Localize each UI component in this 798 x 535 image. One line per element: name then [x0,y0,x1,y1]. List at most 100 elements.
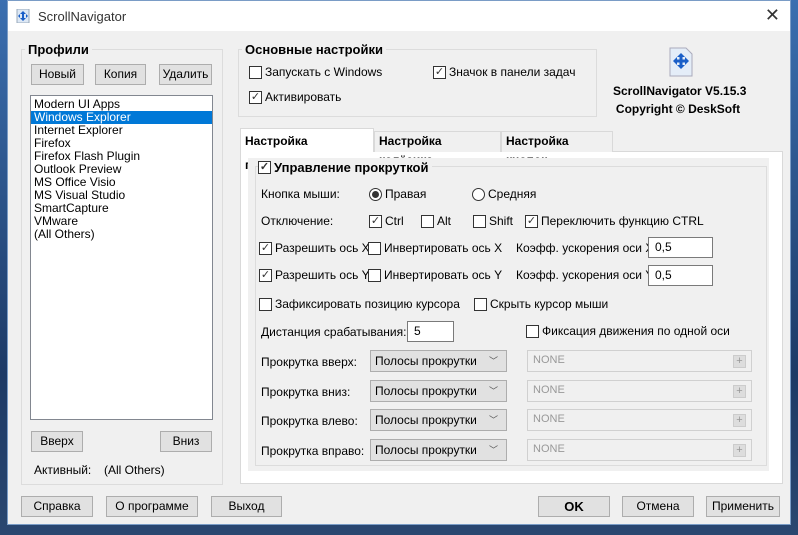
chevron-down-icon: ﹀ [488,444,498,455]
checkmark-icon: ✓ [249,90,262,104]
profiles-list[interactable]: Modern UI Apps Windows Explorer Internet E… [30,95,213,420]
version-text: ScrollNavigator V5.15.3 [613,84,747,98]
hotkey-field[interactable]: NONE + [527,379,752,402]
about-button[interactable]: О программе [106,496,198,517]
accel-x-input[interactable]: 0,5 [648,237,713,258]
ctrl-checkbox[interactable]: ✓ Ctrl [369,214,404,228]
shift-checkbox[interactable]: Shift [473,214,513,228]
hotkey-field[interactable]: NONE + [527,350,752,372]
checkmark-icon: ✓ [433,65,446,79]
middle-button-radio[interactable]: Средняя [472,187,536,201]
invert-x-checkbox[interactable]: Инвертировать ось X [368,241,502,255]
checkbox-box [421,214,434,228]
radio-icon [472,187,485,201]
scroll-mode-dropdown[interactable]: Полосы прокрутки ﹀ [370,409,507,431]
start-with-windows-checkbox[interactable]: Запускать с Windows [249,65,382,79]
accel-y-label: Коэфф. ускорения оси Y [516,268,654,282]
copy-profile-button[interactable]: Копия [95,64,146,85]
hide-cursor-checkbox[interactable]: Скрыть курсор мыши [474,297,608,311]
checkbox-label: Разрешить ось X [275,241,370,255]
checkbox-box [368,268,381,282]
main-settings-group [238,49,597,117]
right-button-radio[interactable]: Правая [369,187,426,201]
chevron-down-icon: ﹀ [488,385,498,396]
tray-icon-checkbox[interactable]: ✓ Значок в панели задач [433,65,575,79]
checkbox-box [526,324,539,338]
checkbox-label: Скрыть курсор мыши [490,297,609,311]
app-window: ScrollNavigator ✕ Профили Новый Копия Уд… [7,0,791,525]
checkbox-label: Управление прокруткой [274,160,429,175]
toggle-ctrl-checkbox[interactable]: ✓ Переключить функцию CTRL [525,214,704,228]
distance-label: Дистанция срабатывания: [261,325,407,339]
new-profile-button[interactable]: Новый [31,64,84,85]
scroll-action-label: Прокрутка вверх: [261,355,357,369]
scroll-mode-dropdown[interactable]: Полосы прокрутки ﹀ [370,350,507,372]
plus-icon[interactable]: + [733,384,746,398]
dropdown-value: Полосы прокрутки [375,383,477,398]
checkbox-box [259,297,272,311]
accel-x-label: Коэфф. ускорения оси X [516,241,654,255]
title-bar: ScrollNavigator ✕ [8,1,790,31]
invert-y-checkbox[interactable]: Инвертировать ось Y [368,268,502,282]
tab-scroll-settings[interactable]: Настройка прокрутки [240,128,374,172]
checkmark-icon: ✓ [258,161,271,174]
help-button[interactable]: Справка [21,496,93,517]
distance-input[interactable]: 5 [407,321,454,342]
checkbox-label: Запускать с Windows [265,65,383,79]
window-title: ScrollNavigator [38,9,127,24]
accel-y-input[interactable]: 0,5 [648,265,713,286]
checkbox-label: Разрешить ось Y [275,268,370,282]
radio-selected-icon [369,187,382,201]
chevron-down-icon: ﹀ [488,415,498,425]
plus-icon[interactable]: + [733,355,746,368]
close-button[interactable]: ✕ [765,5,780,26]
checkbox-label: Инвертировать ось X [384,241,503,255]
exit-button[interactable]: Выход [211,496,282,517]
profile-list-item[interactable]: (All Others) [31,228,212,241]
radio-label: Правая [385,187,427,201]
checkbox-box [249,65,262,79]
plus-icon[interactable]: + [733,414,746,427]
checkbox-box [368,241,381,255]
radio-label: Средняя [488,187,537,201]
move-up-button[interactable]: Вверх [31,431,83,452]
main-settings-title: Основные настройки [242,42,386,57]
fix-cursor-checkbox[interactable]: Зафиксировать позицию курсора [259,297,460,311]
scroll-action-label: Прокрутка влево: [261,414,358,428]
checkbox-label: Активировать [265,90,342,104]
checkbox-label: Alt [437,214,452,228]
active-value: (All Others) [104,463,165,477]
ok-button[interactable]: OK [538,496,610,517]
app-icon [16,9,30,23]
cancel-button[interactable]: Отмена [622,496,694,517]
allow-y-checkbox[interactable]: ✓ Разрешить ось Y [259,268,370,282]
tab-button-settings[interactable]: Настройка кнопок [501,131,613,167]
scroll-mode-dropdown[interactable]: Полосы прокрутки ﹀ [370,438,507,461]
delete-profile-button[interactable]: Удалить [159,64,212,85]
checkbox-label: Переключить функцию CTRL [541,214,704,228]
scroll-action-label: Прокрутка вправо: [261,443,365,458]
active-label: Активный: [34,463,92,477]
hotkey-value: NONE [533,413,565,425]
checkbox-label: Ctrl [385,214,404,228]
alt-checkbox[interactable]: Alt [421,214,451,228]
mouse-button-label: Кнопка мыши: [261,187,340,201]
scroll-action-label: Прокрутка вниз: [261,384,351,399]
tab-wheel-settings[interactable]: Настройка колёсика [374,131,501,167]
activate-checkbox[interactable]: ✓ Активировать [249,90,341,104]
dropdown-value: Полосы прокрутки [375,442,477,457]
hotkey-field[interactable]: NONE + [527,438,752,461]
scroll-control-checkbox[interactable]: ✓ Управление прокруткой [258,160,433,175]
move-down-button[interactable]: Вниз [160,431,212,452]
scroll-mode-dropdown[interactable]: Полосы прокрутки ﹀ [370,379,507,402]
hotkey-value: NONE [533,354,565,366]
allow-x-checkbox[interactable]: ✓ Разрешить ось X [259,241,370,255]
plus-icon[interactable]: + [733,443,746,457]
apply-button[interactable]: Применить [706,496,780,517]
checkbox-label: Значок в панели задач [449,65,576,79]
single-axis-checkbox[interactable]: Фиксация движения по одной оси [526,324,730,338]
profiles-title: Профили [25,42,92,57]
checkmark-icon: ✓ [369,214,382,228]
hotkey-field[interactable]: NONE + [527,409,752,431]
chevron-down-icon: ﹀ [488,356,498,366]
